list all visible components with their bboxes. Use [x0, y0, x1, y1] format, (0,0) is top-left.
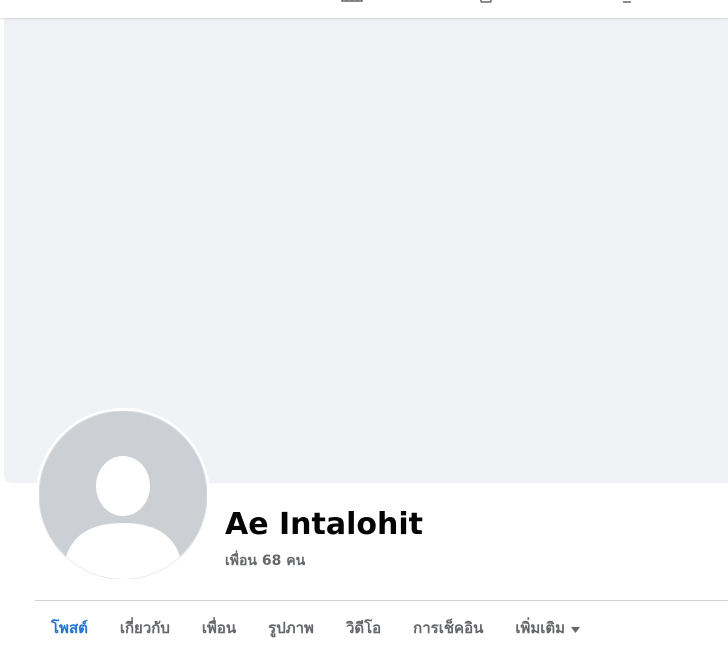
marketplace-icon[interactable] [341, 0, 363, 4]
tab-label: วิดีโอ [345, 619, 382, 637]
gaming-icon[interactable] [622, 0, 638, 4]
profile-avatar[interactable] [36, 408, 210, 582]
tab-videos[interactable]: วิดีโอ [330, 601, 397, 655]
profile-tabs: โพสต์ เกี่ยวกับ เพื่อน รูปภาพ วิดีโอ การ… [35, 601, 596, 655]
tab-label: รูปภาพ [268, 619, 314, 637]
tab-about[interactable]: เกี่ยวกับ [104, 601, 186, 655]
tab-label: การเช็คอิน [413, 619, 484, 637]
tab-photos[interactable]: รูปภาพ [252, 601, 330, 655]
tab-label: โพสต์ [51, 619, 88, 637]
groups-icon[interactable] [479, 0, 495, 4]
tab-label: เพิ่มเติม [515, 619, 566, 637]
tab-label: เกี่ยวกับ [119, 619, 170, 637]
profile-name: Ae Intalohit [225, 507, 423, 542]
tab-more[interactable]: เพิ่มเติม [499, 601, 596, 655]
tab-posts[interactable]: โพสต์ [35, 601, 104, 655]
friend-count[interactable]: เพื่อน 68 คน [225, 550, 305, 572]
tab-friends[interactable]: เพื่อน [186, 601, 252, 655]
caret-down-icon [571, 619, 581, 637]
tab-checkins[interactable]: การเช็คอิน [397, 601, 499, 655]
tab-label: เพื่อน [201, 619, 237, 637]
default-avatar-icon [39, 411, 207, 579]
top-navigation-bar [0, 0, 728, 18]
